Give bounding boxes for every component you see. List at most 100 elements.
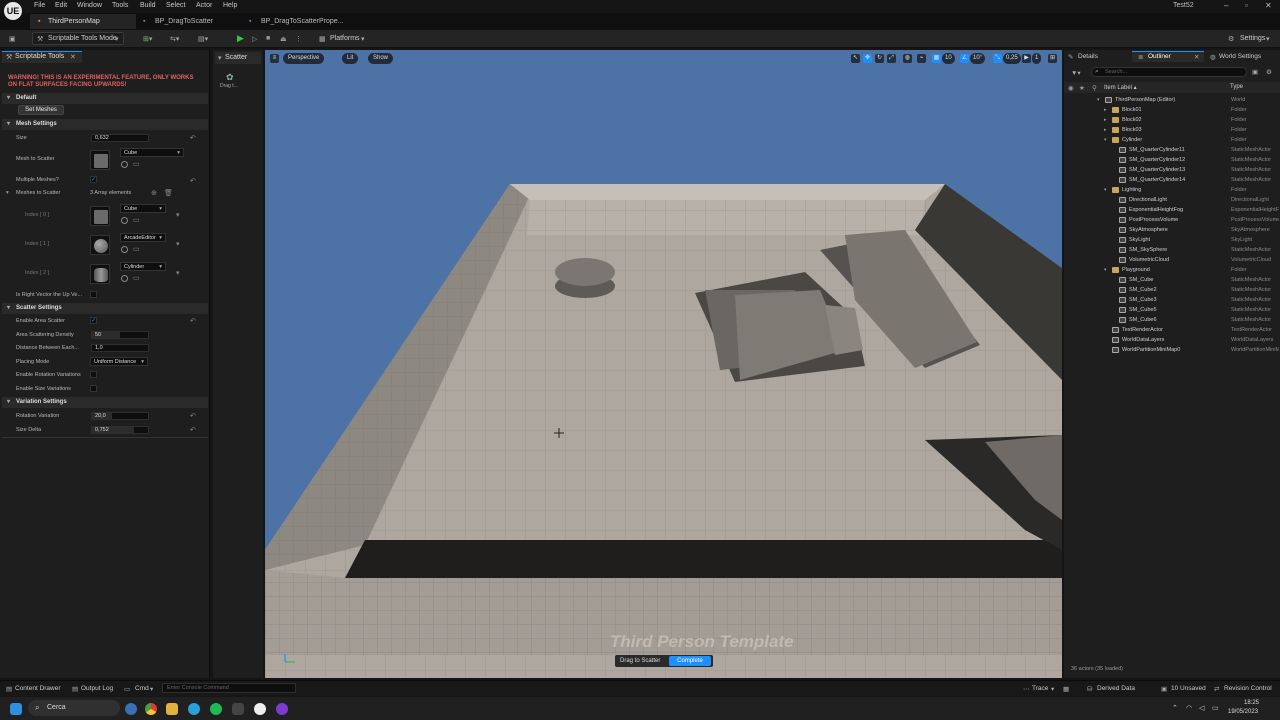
reset-icon[interactable]: ↶ (190, 177, 196, 185)
outliner-row[interactable]: VolumetricCloud VolumetricCloud (1066, 255, 1280, 265)
volume-icon[interactable]: ◁ (1199, 704, 1204, 712)
tab-details[interactable]: Details (1078, 53, 1098, 60)
add-folder-icon[interactable]: ▣ (1252, 68, 1258, 76)
rotation-variation-field[interactable]: 20,0 (91, 412, 149, 420)
app-grid-icon[interactable] (232, 703, 244, 715)
outliner-row[interactable]: SM_Cube6 StaticMeshActor (1066, 315, 1280, 325)
obs-icon[interactable] (276, 703, 288, 715)
tray-arrow-icon[interactable]: ⌃ (1172, 704, 1178, 712)
outliner-row[interactable]: SM_Cube2 StaticMeshActor (1066, 285, 1280, 295)
cmd-button[interactable]: Cmd (135, 685, 149, 692)
trash-icon[interactable]: 🗑 (164, 189, 173, 197)
browse-icon[interactable] (121, 161, 128, 168)
menu-help[interactable]: Help (223, 2, 237, 9)
close-tab-icon[interactable]: ✕ (1194, 53, 1199, 61)
perspective-button[interactable]: Perspective (283, 53, 325, 64)
minimize-icon[interactable]: – (1224, 1, 1228, 10)
wifi-icon[interactable]: ◠ (1186, 704, 1192, 712)
scale-snap-icon[interactable]: ⤡ (993, 54, 1002, 63)
col-item-label[interactable]: Item Label ▴ (1104, 84, 1137, 91)
drag-tool-label[interactable]: Drag t... (220, 83, 238, 89)
array-element-dropdown[interactable]: Cylinder (120, 262, 166, 271)
find-asset-icon[interactable]: ▭ (133, 216, 140, 224)
array-element-dropdown[interactable]: ArcadeEditor (120, 233, 166, 242)
find-asset-icon[interactable]: ▭ (133, 160, 140, 168)
multiple-meshes-checkbox[interactable]: ✓ (90, 176, 97, 183)
find-asset-icon[interactable]: ▭ (133, 245, 140, 253)
chevron-down-icon[interactable]: ▾ (176, 211, 180, 219)
tab-bp-drag-to-scatter[interactable]: BP_DragToScatter (155, 14, 213, 29)
camera-speed-value[interactable]: 1 (1032, 53, 1042, 64)
windows-start-icon[interactable] (10, 703, 22, 715)
more-options-icon[interactable]: ⋮ (295, 35, 302, 43)
filter-icon[interactable]: ▼▾ (1071, 69, 1081, 77)
teams-icon[interactable] (125, 703, 137, 715)
distance-field[interactable]: 1,0 (91, 344, 149, 352)
scale-snap-value[interactable]: 0,25 (1003, 53, 1021, 64)
add-actor-icon[interactable]: ⊞▾ (143, 35, 152, 43)
section-variation-settings[interactable]: Variation Settings (2, 397, 208, 408)
rotation-snap-value[interactable]: 10° (970, 53, 986, 64)
outliner-row[interactable]: ▾ ThirdPersonMap (Editor) World (1066, 95, 1280, 105)
menu-edit[interactable]: Edit (55, 2, 67, 9)
expand-arrow-icon[interactable]: ▾ (1097, 95, 1100, 105)
col-type[interactable]: Type (1230, 84, 1243, 90)
outliner-row[interactable]: DirectionalLight DirectionalLight (1066, 195, 1280, 205)
size-delta-field[interactable]: 0,752 (91, 426, 149, 434)
outliner-row[interactable]: ▾ Lighting Folder (1066, 185, 1280, 195)
cylinder-thumbnail[interactable] (90, 264, 110, 284)
outliner-row[interactable]: WorldPartitionMiniMap0 WorldPartitionMini… (1066, 345, 1280, 355)
tab-outliner[interactable]: Outliner (1148, 53, 1171, 60)
rotation-variations-checkbox[interactable] (90, 371, 97, 378)
menu-window[interactable]: Window (77, 2, 102, 9)
hamburger-icon[interactable]: ≡ (270, 54, 279, 63)
expand-arrow-icon[interactable]: ▸ (1104, 105, 1107, 115)
select-icon[interactable]: ↖ (851, 54, 860, 63)
output-log-button[interactable]: Output Log (81, 685, 113, 692)
scale-icon[interactable]: ⤢ (887, 54, 896, 63)
outliner-row[interactable]: ExponentialHeightFog ExponentialHeightFog (1066, 205, 1280, 215)
gear-icon[interactable]: ⚙ (1228, 35, 1234, 43)
menu-select[interactable]: Select (166, 2, 185, 9)
camera-speed-icon[interactable]: ▶ (1022, 54, 1031, 63)
complete-button[interactable]: Complete (669, 656, 711, 666)
section-default[interactable]: Default (2, 93, 208, 104)
expand-arrow-icon[interactable]: ▾ (1104, 135, 1107, 145)
surface-snap-icon[interactable]: ⌁ (917, 54, 926, 63)
trace-button[interactable]: Trace (1032, 685, 1048, 692)
outliner-row[interactable]: WorldDataLayers WorldDataLayers (1066, 335, 1280, 345)
menu-actor[interactable]: Actor (196, 2, 212, 9)
sphere-thumbnail[interactable] (90, 235, 110, 255)
size-variations-checkbox[interactable] (90, 385, 97, 392)
outliner-row[interactable]: PostProcessVolume PostProcessVolume (1066, 215, 1280, 225)
taskbar-search[interactable] (28, 700, 120, 716)
reset-icon[interactable]: ↶ (190, 426, 196, 434)
cinematics-icon[interactable]: ▤▾ (198, 35, 208, 43)
outliner-row[interactable]: ▾ Playground Folder (1066, 265, 1280, 275)
level-viewport[interactable]: Third Person Template Y (265, 50, 1062, 678)
set-meshes-button[interactable]: Set Meshes (18, 105, 64, 115)
clock-time[interactable]: 18:25 (1244, 700, 1259, 706)
grid-snap-icon[interactable]: ▦ (932, 54, 941, 63)
outliner-row[interactable]: ▾ Cylinder Folder (1066, 135, 1280, 145)
menu-tools[interactable]: Tools (112, 2, 128, 9)
section-scatter-settings[interactable]: Scatter Settings (2, 303, 208, 314)
outliner-row[interactable]: SM_Cube StaticMeshActor (1066, 275, 1280, 285)
lit-button[interactable]: Lit (342, 53, 359, 64)
scene-render[interactable]: Third Person Template Y (265, 50, 1062, 678)
unsaved-button[interactable]: 10 Unsaved (1171, 685, 1206, 692)
unreal-taskbar-icon[interactable] (254, 703, 266, 715)
outliner-row[interactable]: SM_Cube3 StaticMeshActor (1066, 295, 1280, 305)
cube-thumbnail[interactable] (90, 206, 110, 226)
outliner-row[interactable]: ▸ Block01 Folder (1066, 105, 1280, 115)
outliner-row[interactable]: SM_QuarterCylinder11 StaticMeshActor (1066, 145, 1280, 155)
close-icon[interactable]: ✕ (1265, 1, 1272, 10)
outliner-row[interactable]: SM_QuarterCylinder12 StaticMeshActor (1066, 155, 1280, 165)
play-icon[interactable]: ▶ (237, 33, 244, 44)
platforms-button[interactable]: Platforms (330, 35, 360, 42)
eject-icon[interactable]: ⏏ (280, 35, 287, 43)
find-asset-icon[interactable]: ▭ (133, 274, 140, 282)
menu-build[interactable]: Build (140, 2, 156, 9)
rotation-snap-icon[interactable]: ∠ (960, 54, 969, 63)
outliner-row[interactable]: SkyLight SkyLight (1066, 235, 1280, 245)
